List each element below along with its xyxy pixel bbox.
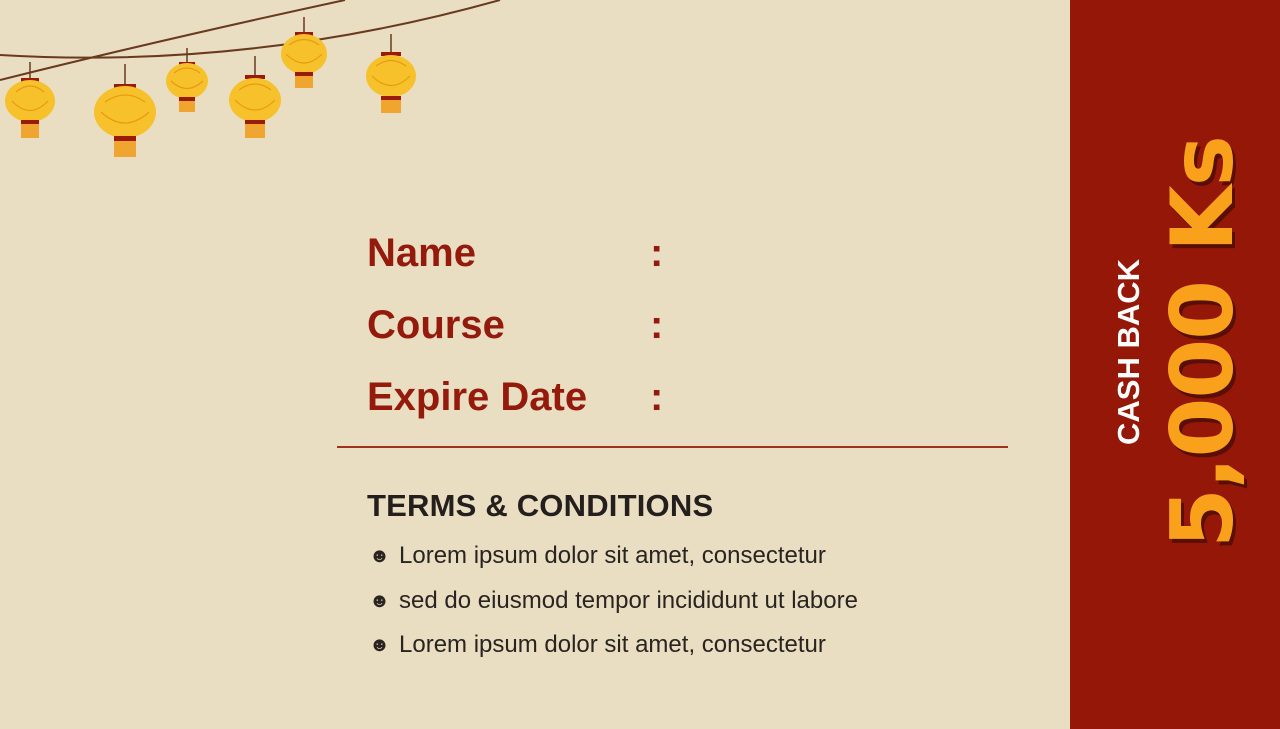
course-label: Course: [367, 303, 505, 347]
smiley-bullet-icon: ☻: [369, 589, 391, 612]
expire-date-label: Expire Date: [367, 375, 588, 419]
lantern-icon: [166, 48, 208, 112]
cashback-amount: 5,000 Ks: [1153, 136, 1253, 548]
cashback-label: CASH BACK: [1111, 259, 1146, 445]
lantern-icon: [281, 17, 327, 88]
lantern-string: [0, 0, 501, 59]
term-item: ☻ Lorem ipsum dolor sit amet, consectetu…: [369, 631, 826, 659]
section-divider: [337, 446, 1008, 448]
expire-date-colon: :: [650, 375, 664, 419]
terms-title: TERMS & CONDITIONS: [367, 488, 714, 523]
lantern-icon: [94, 64, 156, 157]
term-text: Lorem ipsum dolor sit amet, consectetur: [399, 631, 826, 658]
lantern-icon: [366, 34, 416, 113]
term-item: ☻ Lorem ipsum dolor sit amet, consectetu…: [369, 542, 826, 570]
lantern-icon: [5, 62, 55, 138]
lantern-icon: [229, 56, 281, 138]
name-colon: :: [650, 231, 664, 275]
term-item: ☻ sed do eiusmod tempor incididunt ut la…: [369, 587, 858, 615]
course-colon: :: [650, 303, 664, 347]
smiley-bullet-icon: ☻: [369, 544, 391, 567]
term-text: sed do eiusmod tempor incididunt ut labo…: [399, 587, 858, 614]
term-text: Lorem ipsum dolor sit amet, consectetur: [399, 542, 826, 569]
smiley-bullet-icon: ☻: [369, 633, 391, 656]
name-label: Name: [367, 231, 476, 275]
hanging-lanterns-decoration: [0, 0, 501, 157]
